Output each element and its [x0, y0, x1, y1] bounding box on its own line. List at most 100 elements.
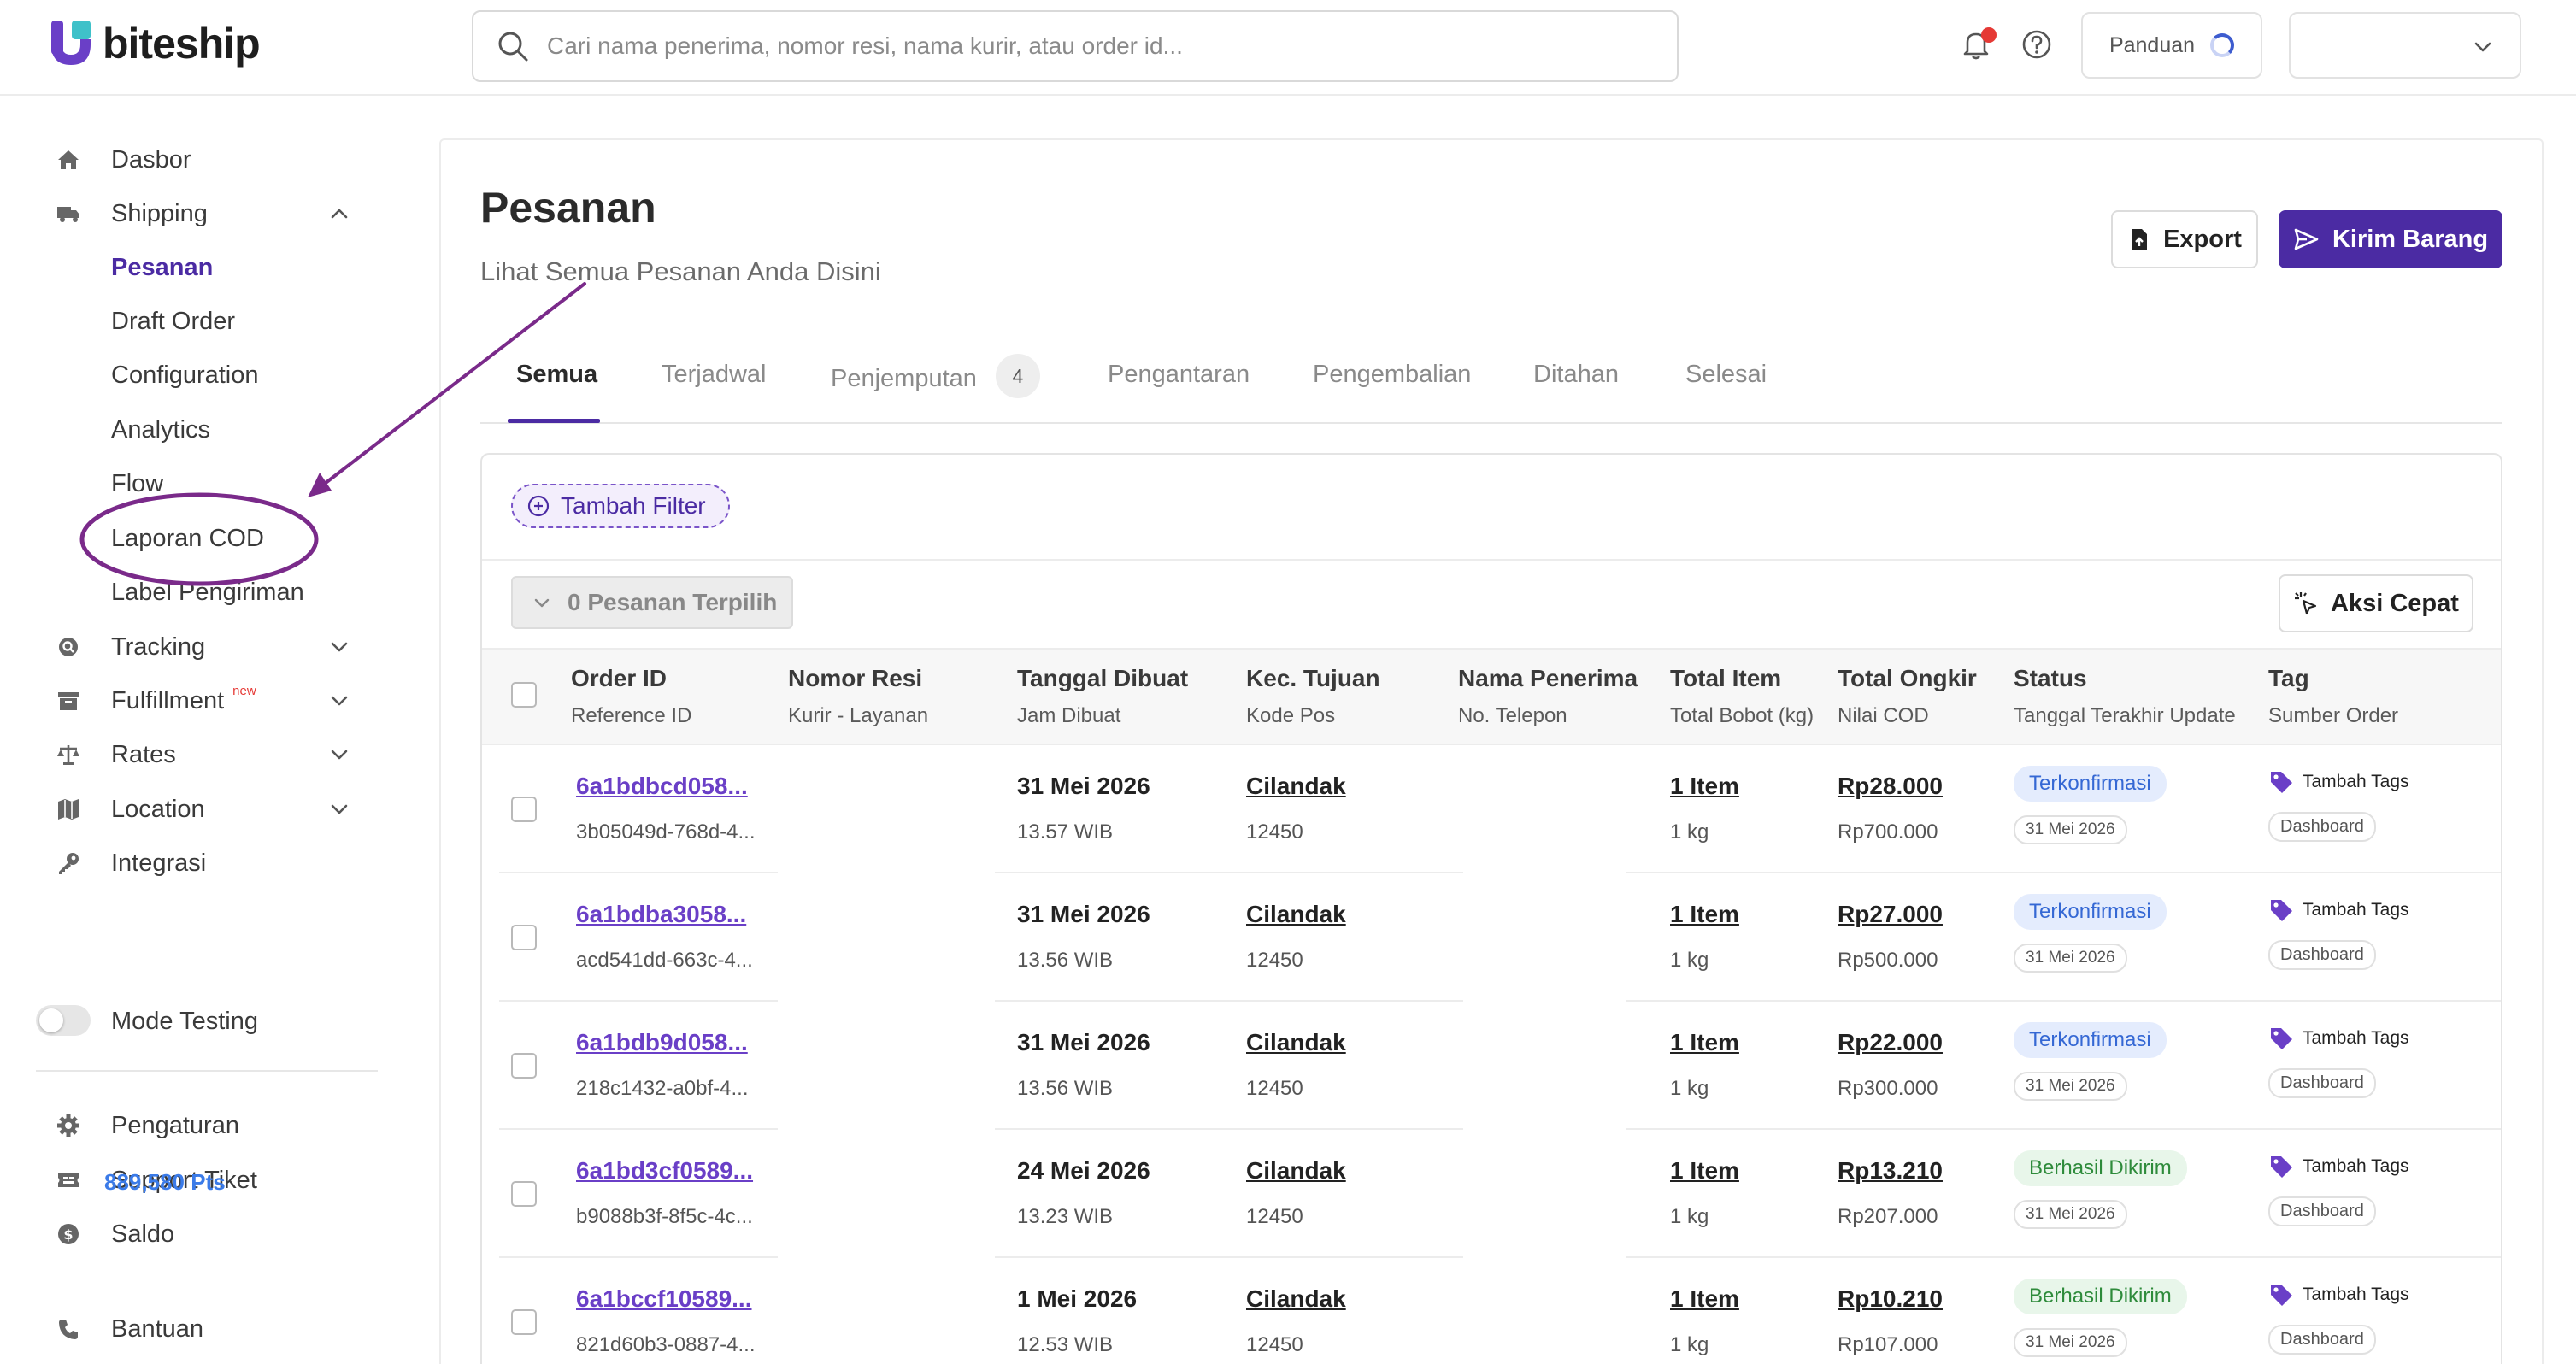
sidebar-item-settings[interactable]: Pengaturan	[53, 1104, 239, 1147]
order-id-link[interactable]: 6a1bdb9d058...	[576, 1029, 748, 1056]
sidebar-item-label: Tracking	[111, 632, 206, 661]
key-icon	[53, 848, 84, 879]
reference-id: 218c1432-a0bf-4...	[576, 1077, 749, 1100]
sidebar-subitem-flow[interactable]: Flow	[111, 462, 163, 505]
table-row[interactable]: 6a1bccf10589... 821d60b3-0887-4... 1 Mei…	[482, 1258, 2501, 1364]
sidebar-subitem-label-pengiriman[interactable]: Label Pengiriman	[111, 571, 304, 614]
sidebar-item-label: Bantuan	[111, 1314, 204, 1343]
column-header-total-item[interactable]: Total Item Total Bobot (kg)	[1670, 665, 1814, 728]
tab-selesai[interactable]: Selesai	[1685, 357, 1767, 409]
tab-label: Ditahan	[1533, 361, 1619, 388]
column-header-nomor-resi[interactable]: Nomor Resi Kurir - Layanan	[788, 665, 928, 728]
column-header-kec-tujuan[interactable]: Kec. Tujuan Kode Pos	[1246, 665, 1380, 728]
sidebar-subitem-analytics[interactable]: Analytics	[111, 409, 210, 451]
sidebar-item-fulfillment[interactable]: Fulfillment new	[53, 679, 348, 722]
district-link[interactable]: Cilandak	[1246, 1157, 1346, 1185]
order-id-link[interactable]: 6a1bd3cf0589...	[576, 1157, 753, 1185]
add-tags-button[interactable]: Tambah Tags	[2268, 1026, 2409, 1051]
column-header-tanggal-dibuat[interactable]: Tanggal Dibuat Jam Dibuat	[1017, 665, 1188, 728]
tab-terjadwal[interactable]: Terjadwal	[662, 357, 767, 409]
file-export-icon	[2132, 229, 2148, 250]
column-header-total-ongkir[interactable]: Total Ongkir Nilai COD	[1838, 665, 1977, 728]
total-item-link[interactable]: 1 Item	[1670, 773, 1739, 800]
reference-id: 821d60b3-0887-4...	[576, 1333, 756, 1356]
created-time: 13.57 WIB	[1017, 820, 1114, 844]
sidebar-subitem-pesanan[interactable]: Pesanan	[111, 246, 213, 289]
tab-penjemputan[interactable]: Penjemputan 4	[831, 354, 1040, 409]
selected-orders-button[interactable]: 0 Pesanan Terpilih	[511, 576, 793, 629]
sidebar-subitem-draft-order[interactable]: Draft Order	[111, 300, 235, 343]
district-link[interactable]: Cilandak	[1246, 1029, 1346, 1056]
district-link[interactable]: Cilandak	[1246, 901, 1346, 928]
select-all-checkbox[interactable]	[511, 682, 537, 708]
order-id-link[interactable]: 6a1bccf10589...	[576, 1285, 756, 1313]
sidebar-item-help[interactable]: Bantuan	[53, 1308, 203, 1350]
district-link[interactable]: Cilandak	[1246, 773, 1346, 800]
search-bar[interactable]: Cari nama penerima, nomor resi, nama kur…	[472, 10, 1679, 82]
add-tags-button[interactable]: Tambah Tags	[2268, 769, 2409, 795]
add-tags-button[interactable]: Tambah Tags	[2268, 1154, 2409, 1179]
shipping-cost-link[interactable]: Rp10.210	[1838, 1285, 1943, 1313]
quick-action-button[interactable]: Aksi Cepat	[2279, 574, 2473, 632]
district-link[interactable]: Cilandak	[1246, 1285, 1346, 1313]
cod-value: Rp300.000	[1838, 1077, 1938, 1100]
column-header-status[interactable]: Status Tanggal Terakhir Update	[2014, 665, 2236, 728]
shipping-cost-link[interactable]: Rp28.000	[1838, 773, 1943, 800]
tab-pengantaran[interactable]: Pengantaran	[1108, 357, 1250, 409]
row-checkbox[interactable]	[511, 1181, 537, 1207]
tab-ditahan[interactable]: Ditahan	[1533, 357, 1619, 409]
sidebar-item-integration[interactable]: Integrasi	[53, 842, 206, 885]
sidebar-item-location[interactable]: Location	[53, 788, 348, 831]
svg-text:$: $	[63, 1226, 73, 1243]
sidebar-item-balance[interactable]: $ Saldo	[53, 1213, 174, 1255]
row-checkbox[interactable]	[511, 1309, 537, 1335]
row-checkbox[interactable]	[511, 797, 537, 822]
table-row[interactable]: 6a1bdb9d058... 218c1432-a0bf-4... 31 Mei…	[482, 1002, 2501, 1130]
help-icon[interactable]	[2020, 27, 2054, 62]
send-goods-button[interactable]: Kirim Barang	[2279, 210, 2502, 268]
sidebar-item-rates[interactable]: Rates	[53, 733, 348, 776]
tab-semua[interactable]: Semua	[516, 357, 597, 409]
row-checkbox[interactable]	[511, 925, 537, 950]
brand-logo[interactable]: biteship	[50, 19, 261, 68]
table-row[interactable]: 6a1bd3cf0589... b9088b3f-8f5c-4c... 24 M…	[482, 1130, 2501, 1258]
sidebar-subitem-configuration[interactable]: Configuration	[111, 354, 259, 397]
orders-table-card: Tambah Filter 0 Pesanan Terpilih Aksi Ce…	[480, 453, 2502, 1364]
column-header-tag[interactable]: Tag Sumber Order	[2268, 665, 2398, 728]
column-header-order-id[interactable]: Order ID Reference ID	[571, 665, 691, 728]
cell-tag: Tambah Tags Dashboard	[2268, 769, 2409, 842]
add-tags-button[interactable]: Tambah Tags	[2268, 897, 2409, 923]
shipping-cost-link[interactable]: Rp13.210	[1838, 1157, 1943, 1185]
chevron-down-icon	[331, 750, 348, 760]
mode-testing-toggle[interactable]	[36, 1005, 91, 1036]
sidebar-item-tracking[interactable]: Tracking	[53, 626, 348, 668]
row-checkbox[interactable]	[511, 1053, 537, 1079]
postal-code: 12450	[1246, 820, 1303, 844]
order-id-link[interactable]: 6a1bdba3058...	[576, 901, 753, 928]
account-dropdown[interactable]	[2289, 12, 2521, 79]
total-weight: 1 kg	[1670, 1077, 1709, 1100]
shipping-cost-link[interactable]: Rp22.000	[1838, 1029, 1943, 1056]
cell-tag: Tambah Tags Dashboard	[2268, 1282, 2409, 1355]
table-row[interactable]: 6a1bdbcd058... 3b05049d-768d-4... 31 Mei…	[482, 745, 2501, 873]
sidebar-subitem-laporan-cod[interactable]: Laporan COD	[111, 517, 264, 560]
tab-pengembalian[interactable]: Pengembalian	[1313, 357, 1471, 409]
total-item-link[interactable]: 1 Item	[1670, 1285, 1739, 1313]
add-tags-button[interactable]: Tambah Tags	[2268, 1282, 2409, 1308]
export-button[interactable]: Export	[2111, 210, 2258, 268]
total-weight: 1 kg	[1670, 1333, 1709, 1356]
sidebar-item-shipping[interactable]: Shipping	[53, 192, 348, 235]
search-input[interactable]: Cari nama penerima, nomor resi, nama kur…	[547, 32, 1183, 60]
column-header-nama-penerima[interactable]: Nama Penerima No. Telepon	[1458, 665, 1638, 728]
total-item-link[interactable]: 1 Item	[1670, 901, 1739, 928]
sidebar-item-dashboard[interactable]: Dasbor	[53, 138, 191, 181]
ticket-icon	[53, 1165, 84, 1196]
total-item-link[interactable]: 1 Item	[1670, 1157, 1739, 1185]
total-item-link[interactable]: 1 Item	[1670, 1029, 1739, 1056]
shipping-cost-link[interactable]: Rp27.000	[1838, 901, 1943, 928]
guide-button[interactable]: Panduan	[2081, 12, 2262, 79]
tab-count-badge: 4	[995, 354, 1040, 398]
table-row[interactable]: 6a1bdba3058... acd541dd-663c-4... 31 Mei…	[482, 873, 2501, 1002]
add-filter-button[interactable]: Tambah Filter	[511, 484, 730, 528]
order-id-link[interactable]: 6a1bdbcd058...	[576, 773, 756, 800]
